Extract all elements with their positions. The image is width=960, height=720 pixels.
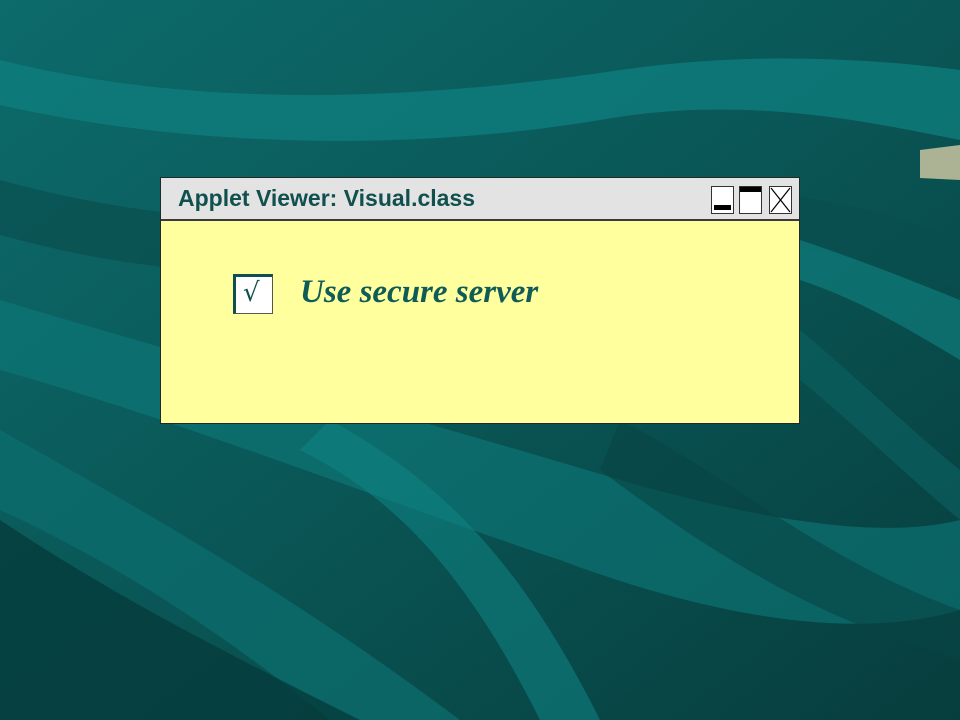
window-title-bar[interactable]: Applet Viewer: Visual.class — [161, 178, 799, 221]
minimize-icon — [714, 205, 731, 210]
window-title: Applet Viewer: Visual.class — [178, 185, 476, 211]
minimize-button[interactable] — [711, 186, 734, 214]
close-button[interactable] — [769, 186, 792, 214]
close-icon — [770, 187, 791, 213]
applet-viewer-window: Applet Viewer: Visual.class √ Use secure… — [160, 177, 800, 424]
maximize-button[interactable] — [739, 186, 762, 214]
secure-server-label[interactable]: Use secure server — [300, 274, 538, 311]
applet-content-area: √ Use secure server — [161, 221, 799, 423]
maximize-icon — [740, 187, 761, 192]
secure-server-checkbox[interactable]: √ — [233, 274, 273, 314]
check-icon: √ — [243, 278, 260, 308]
